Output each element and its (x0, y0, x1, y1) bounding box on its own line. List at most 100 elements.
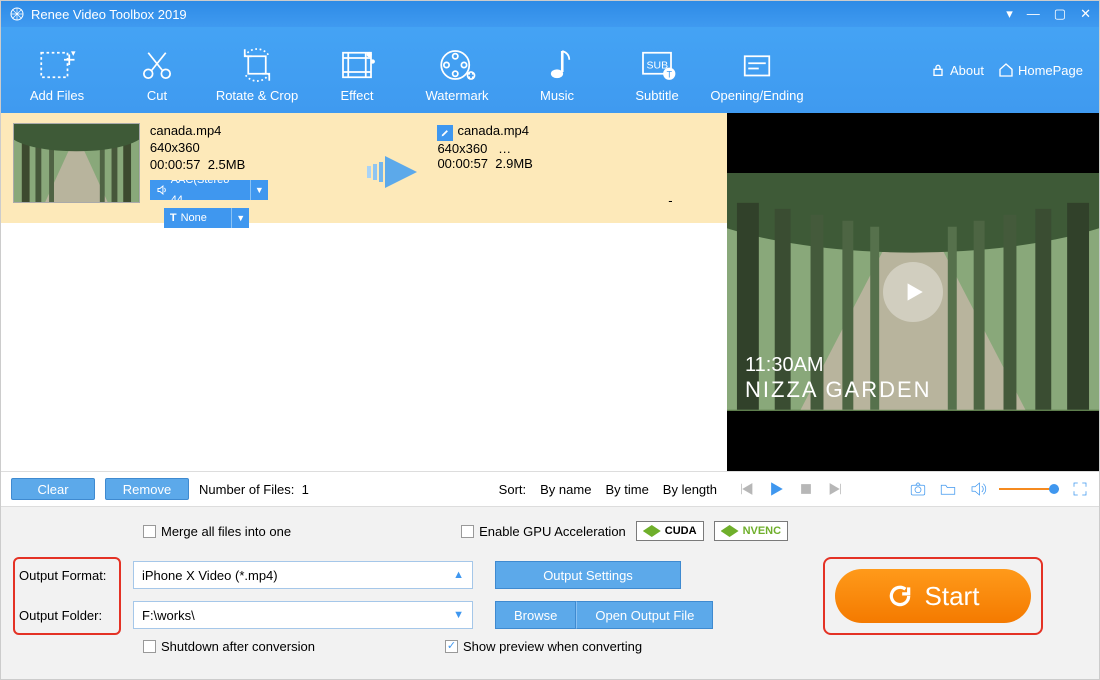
next-button[interactable] (827, 480, 845, 498)
close-button[interactable]: ✕ (1080, 6, 1091, 22)
dest-info: canada.mp4 640x360 … 00:00:57 2.9MB (437, 123, 615, 213)
slate-icon (707, 42, 807, 88)
file-row[interactable]: canada.mp4 640x360 00:00:57 2.5MB AAC(St… (1, 113, 727, 223)
tool-watermark[interactable]: Watermark (407, 38, 507, 103)
maximize-button[interactable]: ▢ (1054, 6, 1066, 22)
play-button[interactable] (767, 480, 785, 498)
dest-filename: canada.mp4 (457, 123, 529, 138)
dest-extra-col: - (626, 123, 715, 213)
tool-opening-ending[interactable]: Opening/Ending (707, 38, 807, 103)
nvidia-eye-icon (643, 525, 661, 537)
shutdown-checkbox[interactable]: Shutdown after conversion (143, 639, 315, 654)
minimize-button[interactable]: — (1027, 6, 1040, 22)
svg-text:T: T (667, 69, 673, 79)
homepage-link[interactable]: HomePage (998, 62, 1083, 78)
dest-resolution-more[interactable]: … (498, 141, 511, 156)
tool-label: Rotate & Crop (207, 88, 307, 103)
tool-label: Effect (307, 88, 407, 103)
start-label: Start (925, 581, 980, 612)
subtitle-track-select[interactable]: TNone ▼ (164, 208, 249, 228)
start-button[interactable]: Start (835, 569, 1031, 623)
file-list: canada.mp4 640x360 00:00:57 2.5MB AAC(St… (1, 113, 727, 471)
tool-label: Music (507, 88, 607, 103)
open-output-label: Open Output File (595, 608, 694, 623)
tool-label: Opening/Ending (707, 88, 807, 103)
volume-icon[interactable] (969, 480, 987, 498)
preview-location: NIZZA GARDEN (745, 377, 932, 403)
dest-size: 2.9MB (495, 156, 533, 171)
remove-label: Remove (123, 482, 171, 497)
clear-button[interactable]: Clear (11, 478, 95, 500)
sort-label: Sort: (499, 482, 526, 497)
edit-icon[interactable] (437, 125, 453, 141)
preview-timestamp: 11:30AM (745, 354, 932, 377)
about-link[interactable]: About (930, 62, 984, 78)
music-note-icon (507, 42, 607, 88)
tool-music[interactable]: Music (507, 38, 607, 103)
dash-placeholder: - (668, 193, 672, 208)
dest-duration: 00:00:57 (437, 156, 488, 171)
audio-track-label: AAC(Stereo 44 (171, 180, 244, 200)
show-preview-label: Show preview when converting (463, 639, 642, 654)
caret-down-icon: ▼ (453, 609, 464, 621)
sort-by-time[interactable]: By time (605, 482, 648, 497)
crop-rotate-icon (207, 42, 307, 88)
tool-label: Add Files (7, 88, 107, 103)
source-resolution: 640x360 (150, 140, 348, 155)
snapshot-button[interactable] (909, 480, 927, 498)
output-format-value: iPhone X Video (*.mp4) (142, 568, 278, 583)
nvenc-text: NVENC (743, 525, 782, 537)
video-preview[interactable]: 11:30AM NIZZA GARDEN (727, 113, 1099, 471)
audio-track-select[interactable]: AAC(Stereo 44 ▼ (150, 180, 268, 200)
fullscreen-button[interactable] (1071, 480, 1089, 498)
nvenc-badge: NVENC (714, 521, 789, 541)
subtitle-icon: SUBT (607, 42, 707, 88)
tool-effect[interactable]: Effect (307, 38, 407, 103)
tool-label: Cut (107, 88, 207, 103)
volume-slider[interactable] (999, 488, 1059, 490)
about-label: About (950, 63, 984, 78)
main-area: canada.mp4 640x360 00:00:57 2.5MB AAC(St… (1, 113, 1099, 471)
tool-subtitle[interactable]: SUBT Subtitle (607, 38, 707, 103)
output-folder-select[interactable]: F:\works\ ▼ (133, 601, 473, 629)
home-icon (998, 62, 1014, 78)
menu-caret-icon[interactable]: ▾ (1006, 6, 1013, 22)
film-fx-icon (307, 42, 407, 88)
source-thumbnail (13, 123, 140, 203)
play-overlay-button[interactable] (883, 262, 943, 322)
refresh-icon (887, 583, 913, 609)
stop-button[interactable] (797, 480, 815, 498)
title-bar: Renee Video Toolbox 2019 ▾ — ▢ ✕ (1, 1, 1099, 27)
source-info: canada.mp4 640x360 00:00:57 2.5MB AAC(St… (150, 123, 348, 213)
output-format-select[interactable]: iPhone X Video (*.mp4) ▲ (133, 561, 473, 589)
source-filename: canada.mp4 (150, 123, 348, 138)
dest-resolution: 640x360 (437, 141, 487, 156)
remove-button[interactable]: Remove (105, 478, 189, 500)
show-preview-checkbox[interactable]: Show preview when converting (445, 639, 642, 654)
source-duration: 00:00:57 (150, 157, 201, 172)
lock-icon (930, 62, 946, 78)
shutdown-label: Shutdown after conversion (161, 639, 315, 654)
scissors-icon (107, 42, 207, 88)
caret-down-icon: ▼ (231, 208, 249, 228)
convert-arrow-icon (358, 123, 427, 213)
text-icon: T (170, 208, 177, 228)
tool-rotate-crop[interactable]: Rotate & Crop (207, 38, 307, 103)
player-controls (727, 471, 1099, 507)
merge-label: Merge all files into one (161, 524, 291, 539)
open-output-file-button[interactable]: Open Output File (576, 601, 713, 629)
gpu-accel-checkbox[interactable]: Enable GPU Acceleration (461, 524, 626, 539)
tool-add-files[interactable]: Add Files (7, 38, 107, 103)
open-folder-button[interactable] (939, 480, 957, 498)
output-settings-button[interactable]: Output Settings (495, 561, 681, 589)
browse-label: Browse (514, 608, 557, 623)
browse-button[interactable]: Browse (495, 601, 576, 629)
start-button-highlight: Start (823, 557, 1043, 635)
homepage-label: HomePage (1018, 63, 1083, 78)
reel-plus-icon (407, 42, 507, 88)
sort-by-length[interactable]: By length (663, 482, 717, 497)
tool-cut[interactable]: Cut (107, 38, 207, 103)
sort-by-name[interactable]: By name (540, 482, 591, 497)
merge-files-checkbox[interactable]: Merge all files into one (143, 524, 291, 539)
prev-button[interactable] (737, 480, 755, 498)
